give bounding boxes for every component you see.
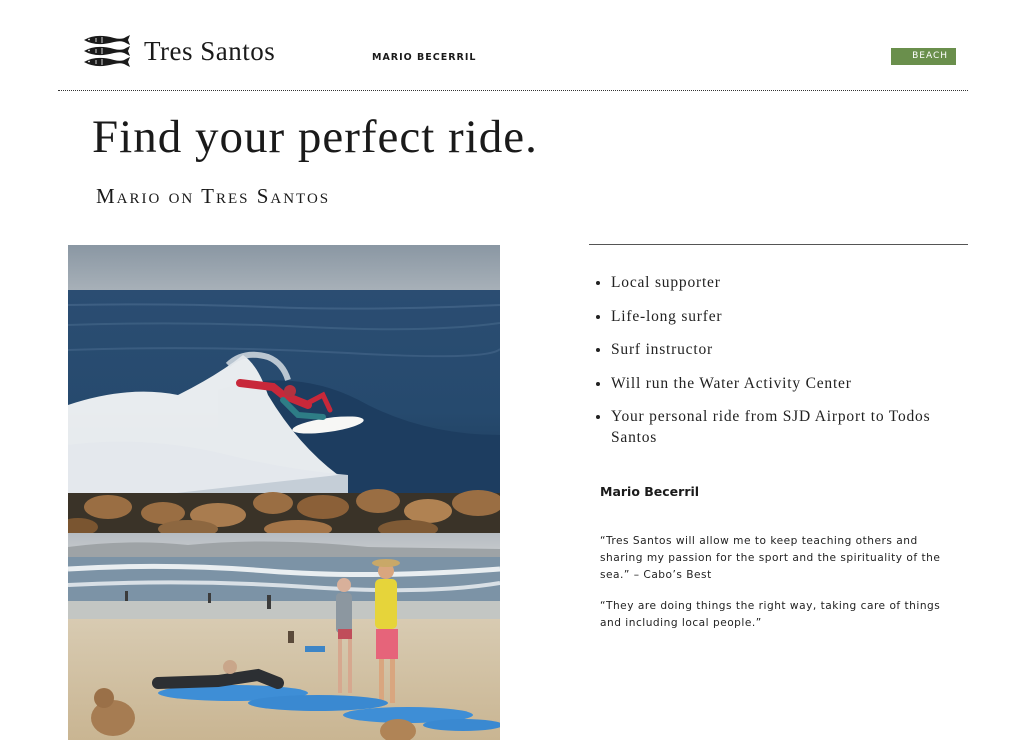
header-divider (58, 90, 968, 91)
profile-divider (589, 244, 968, 245)
list-item: Surf instructor (611, 339, 971, 360)
testimonial-quote: “Tres Santos will allow me to keep teach… (600, 535, 941, 581)
list-item: Your personal ride from SJD Airport to T… (611, 406, 971, 448)
three-fish-logo-icon (84, 35, 130, 67)
brand-logo[interactable]: Tres Santos (82, 34, 275, 68)
list-item: Life-long surfer (611, 306, 971, 327)
page-title: Find your perfect ride. (92, 111, 538, 163)
testimonial-quote: “They are doing things the right way, ta… (600, 600, 941, 629)
profile-bullet-list: Local supporter Life-long surfer Surf in… (597, 272, 971, 461)
list-item: Local supporter (611, 272, 971, 293)
beach-surf-lesson-photo (68, 533, 500, 740)
page-subtitle: Mario on Tres Santos (96, 184, 331, 208)
profile-name: Mario Becerril (600, 484, 700, 499)
surfer-wave-photo (68, 245, 500, 533)
beach-tag-button[interactable]: BEACH (891, 48, 956, 65)
brand-name: Tres Santos (144, 35, 276, 66)
site-header: Tres Santos MARIO BECERRIL BEACH (0, 0, 1024, 92)
list-item: Will run the Water Activity Center (611, 373, 971, 394)
photo-column (68, 245, 500, 740)
nav-person-link[interactable]: MARIO BECERRIL (372, 52, 476, 63)
